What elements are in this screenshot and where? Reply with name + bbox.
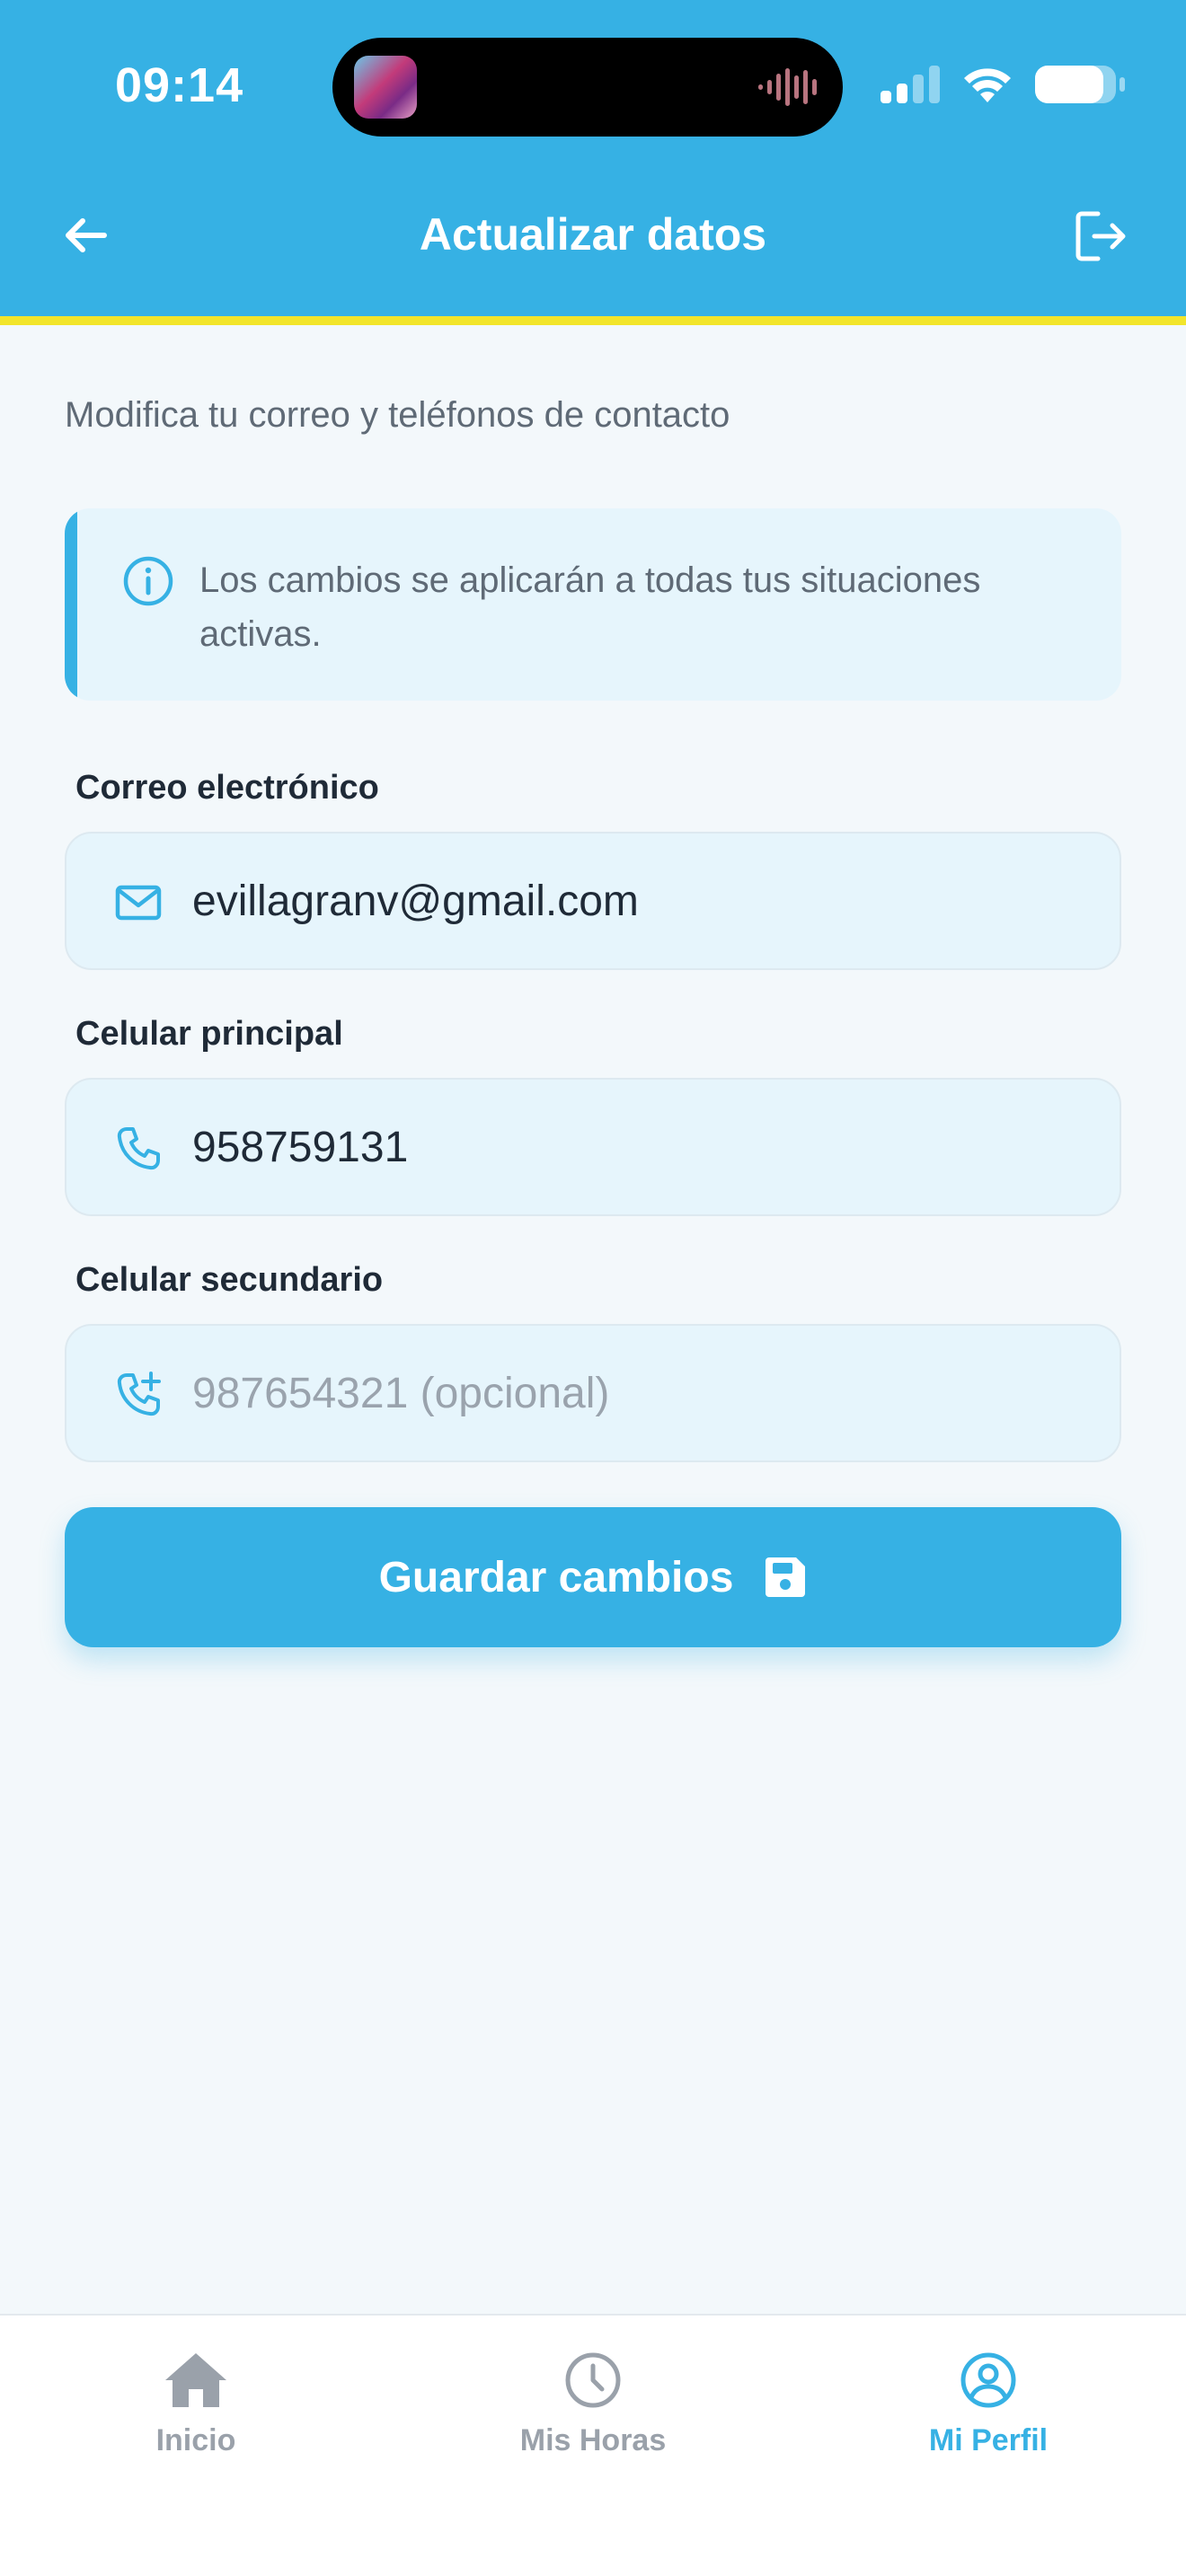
primary-phone-input[interactable]	[192, 1080, 1091, 1214]
clock-icon	[565, 2352, 621, 2408]
user-circle-icon	[960, 2352, 1016, 2408]
info-notice: Los cambios se aplicarán a todas tus sit…	[65, 508, 1121, 701]
app-screen: 09:14 Actualizar datos Modifica tu corre…	[0, 0, 1186, 2576]
email-input[interactable]	[192, 834, 1091, 968]
wifi-icon	[964, 68, 1011, 102]
header: 09:14 Actualizar datos	[0, 0, 1186, 316]
floppy-disk-icon	[766, 1557, 806, 1597]
nav-item-mis-horas[interactable]: Mis Horas	[458, 2351, 728, 2458]
save-button-label: Guardar cambios	[378, 1553, 734, 1601]
primary-phone-field-container	[65, 1078, 1121, 1216]
email-field-container	[65, 832, 1121, 970]
nav-label-mis-horas: Mis Horas	[519, 2423, 667, 2457]
page-title: Actualizar datos	[419, 209, 767, 260]
battery-icon	[1035, 66, 1125, 103]
audio-waveform-icon	[758, 68, 817, 106]
secondary-phone-input[interactable]	[192, 1326, 1091, 1460]
cellular-signal-icon	[881, 66, 940, 103]
logout-icon[interactable]	[1073, 208, 1128, 264]
info-icon	[123, 556, 173, 606]
mail-icon	[115, 885, 162, 921]
nav-item-mi-perfil[interactable]: Mi Perfil	[854, 2351, 1123, 2458]
secondary-phone-field-container	[65, 1324, 1121, 1462]
primary-phone-label: Celular principal	[75, 1015, 343, 1053]
nav-label-inicio: Inicio	[155, 2423, 236, 2457]
now-playing-app-icon	[354, 56, 417, 119]
dynamic-island	[332, 38, 843, 137]
home-icon	[165, 2353, 226, 2407]
header-accent-stripe	[0, 316, 1186, 325]
email-label: Correo electrónico	[75, 769, 379, 807]
status-icons	[881, 65, 1125, 104]
bottom-navigation: Inicio Mis Horas Mi Perfil	[0, 2314, 1186, 2576]
status-time: 09:14	[115, 58, 244, 112]
phone-plus-icon	[117, 1372, 161, 1416]
save-changes-button[interactable]: Guardar cambios	[65, 1507, 1121, 1647]
page-subtitle: Modifica tu correo y teléfonos de contac…	[65, 395, 730, 435]
nav-item-inicio[interactable]: Inicio	[61, 2351, 331, 2458]
info-accent-bar	[65, 508, 77, 701]
info-text: Los cambios se aplicarán a todas tus sit…	[199, 560, 981, 654]
nav-label-mi-perfil: Mi Perfil	[928, 2423, 1049, 2457]
secondary-phone-label: Celular secundario	[75, 1261, 384, 1299]
phone-icon	[117, 1127, 160, 1170]
